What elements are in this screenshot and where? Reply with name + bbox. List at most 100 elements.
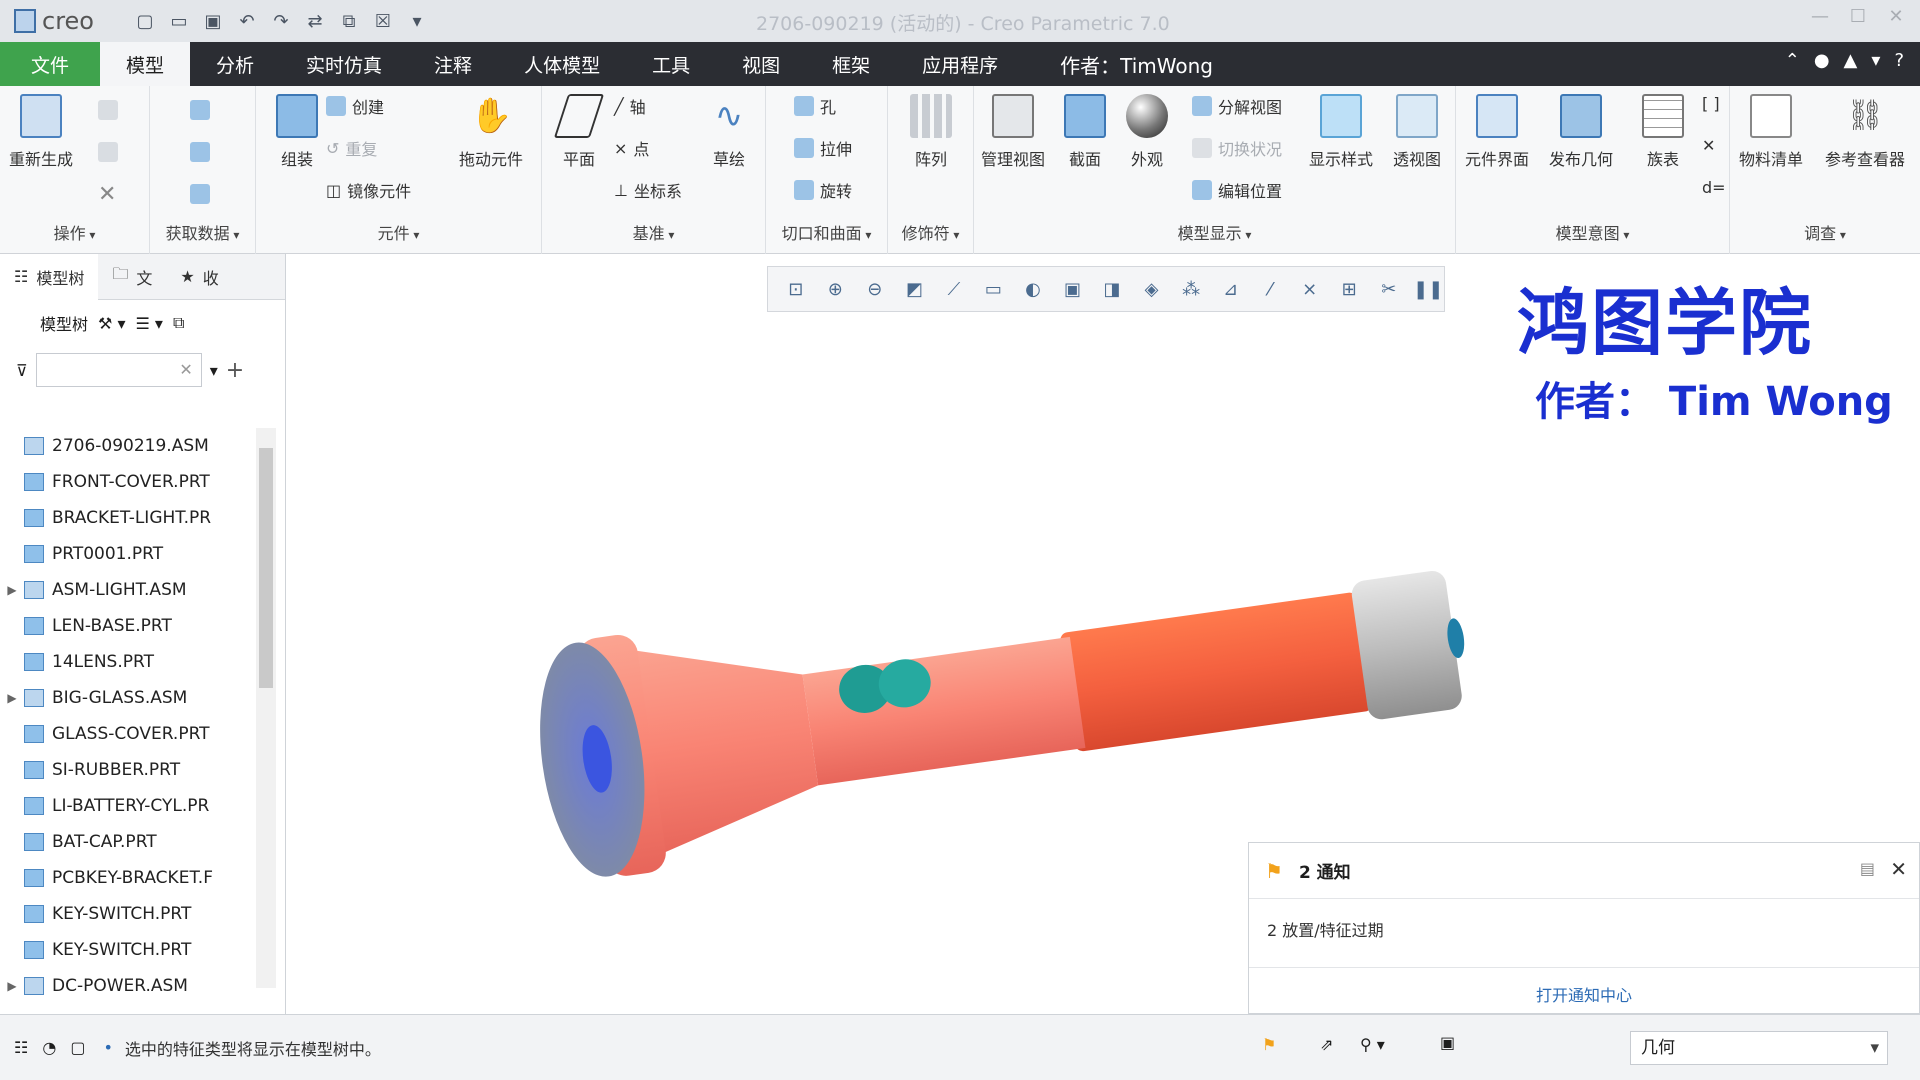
search-icon[interactable]: ●: [1814, 50, 1830, 71]
shrinkwrap-icon[interactable]: [190, 184, 210, 204]
tab-favorites[interactable]: ★ 收: [166, 254, 232, 300]
tree-node[interactable]: ▶ DC-POWER.ASM: [0, 968, 258, 1004]
open-folder-icon[interactable]: ▭: [164, 6, 194, 36]
clear-search-icon[interactable]: ✕: [179, 360, 192, 379]
tab-analysis[interactable]: 分析: [190, 42, 280, 86]
tab-manikin[interactable]: 人体模型: [498, 42, 626, 86]
selection-filter-icon[interactable]: ⇗: [1320, 1035, 1333, 1054]
sketch-button[interactable]: ∿ 草绘: [692, 94, 766, 170]
axis-button[interactable]: ╱ 轴: [614, 94, 646, 118]
tree-node[interactable]: ▶ BIG-GLASS.ASM: [0, 680, 258, 716]
tree-search-input[interactable]: ✕: [35, 353, 202, 387]
tree-node[interactable]: BAT-CAP.PRT: [0, 824, 258, 860]
close-icon[interactable]: ✕: [1882, 6, 1910, 27]
reference-viewer-button[interactable]: ⛓ 参考查看器: [1820, 94, 1910, 170]
notification-flag-icon[interactable]: ⚑: [1262, 1035, 1276, 1054]
tree-scrollbar-thumb[interactable]: [259, 448, 273, 688]
learning-icon[interactable]: ▲: [1844, 50, 1858, 71]
notification-message[interactable]: 2 放置/特征过期: [1249, 899, 1919, 959]
tab-live-simulation[interactable]: 实时仿真: [280, 42, 408, 86]
group-label-component[interactable]: 元件: [256, 220, 541, 244]
tab-model[interactable]: 模型: [100, 42, 191, 86]
group-label-get-data[interactable]: 获取数据: [150, 220, 255, 244]
tab-file[interactable]: 文件: [0, 42, 100, 86]
group-label-investigate[interactable]: 调查: [1730, 220, 1920, 244]
tree-filter-icon[interactable]: ⧉: [173, 313, 184, 333]
notification-details-icon[interactable]: ▤: [1860, 859, 1875, 878]
close-window-icon[interactable]: ☒: [368, 6, 398, 36]
bom-button[interactable]: 物料清单: [1734, 94, 1808, 170]
display-style-button[interactable]: 显示样式: [1304, 94, 1378, 170]
appearance-button[interactable]: 外观: [1110, 94, 1184, 170]
search-options-icon[interactable]: ▾: [210, 361, 218, 380]
help-icon[interactable]: ?: [1894, 50, 1904, 71]
browser-toggle-icon[interactable]: ◔: [42, 1038, 56, 1057]
perspective-button[interactable]: 透视图: [1380, 94, 1454, 170]
expand-arrow-icon[interactable]: ▶: [0, 583, 24, 597]
point-button[interactable]: × 点: [614, 136, 649, 160]
tab-tools[interactable]: 工具: [626, 42, 716, 86]
tree-node[interactable]: LEN-BASE.PRT: [0, 608, 258, 644]
selection-filter-dropdown[interactable]: 几何: [1630, 1031, 1888, 1065]
notification-close-icon[interactable]: ✕: [1890, 857, 1907, 881]
relations-icon[interactable]: d=: [1702, 178, 1726, 197]
collapse-ribbon-icon[interactable]: ⌃: [1785, 50, 1800, 71]
tree-node[interactable]: SI-RUBBER.PRT: [0, 752, 258, 788]
plane-button[interactable]: 平面: [542, 94, 616, 170]
extrude-button[interactable]: 拉伸: [794, 136, 852, 160]
tree-node[interactable]: LI-BATTERY-CYL.PR: [0, 788, 258, 824]
tab-view[interactable]: 视图: [716, 42, 806, 86]
user-defined-feature-icon[interactable]: [190, 100, 210, 120]
switch-dimensions-icon[interactable]: ✕: [1702, 136, 1715, 155]
new-file-icon[interactable]: ▢: [130, 6, 160, 36]
tree-node[interactable]: 14LENS.PRT: [0, 644, 258, 680]
tree-settings-icon[interactable]: ⚒ ▾: [98, 314, 125, 333]
add-filter-icon[interactable]: +: [226, 358, 244, 383]
publish-geometry-button[interactable]: 发布几何: [1544, 94, 1618, 170]
regenerate-icon[interactable]: ⇄: [300, 6, 330, 36]
open-notification-center-link[interactable]: 打开通知中心: [1249, 967, 1919, 1006]
tree-node[interactable]: BRACKET-LIGHT.PR: [0, 500, 258, 536]
tab-framework[interactable]: 框架: [806, 42, 896, 86]
repeat-button[interactable]: ↺ 重复: [326, 136, 377, 160]
group-label-datum[interactable]: 基准: [542, 220, 765, 244]
group-label-cut-surface[interactable]: 切口和曲面: [766, 220, 887, 244]
manage-views-button[interactable]: 管理视图: [976, 94, 1050, 170]
minimize-icon[interactable]: —: [1806, 6, 1834, 27]
expand-arrow-icon[interactable]: ▶: [0, 979, 24, 993]
redo-icon[interactable]: ↷: [266, 6, 296, 36]
toggle-status-button[interactable]: 切换状况: [1192, 136, 1282, 160]
csys-button[interactable]: ⊥ 坐标系: [614, 178, 682, 202]
find-icon[interactable]: ⚲ ▾: [1360, 1035, 1385, 1054]
tree-node[interactable]: FRONT-COVER.PRT: [0, 464, 258, 500]
customize-dropdown-icon[interactable]: ▾: [402, 6, 432, 36]
parameters-icon[interactable]: [ ]: [1702, 94, 1720, 113]
tab-model-tree[interactable]: ☷ 模型树: [0, 253, 99, 300]
windows-icon[interactable]: ⧉: [334, 6, 364, 36]
regenerate-button[interactable]: 重新生成: [4, 94, 78, 170]
exploded-view-button[interactable]: 分解视图: [1192, 94, 1282, 118]
component-interface-button[interactable]: 元件界面: [1460, 94, 1534, 170]
tree-node[interactable]: ▶ ASM-LIGHT.ASM: [0, 572, 258, 608]
tree-node[interactable]: KEY-SWITCH.PRT: [0, 932, 258, 968]
tree-node[interactable]: 2706-090219.ASM: [0, 428, 258, 464]
maximize-icon[interactable]: ☐: [1844, 6, 1872, 27]
group-label-modifier[interactable]: 修饰符: [888, 220, 973, 244]
paste-icon[interactable]: [98, 142, 118, 162]
tab-annotate[interactable]: 注释: [408, 42, 498, 86]
pattern-button[interactable]: 阵列: [894, 94, 968, 170]
delete-icon[interactable]: ✕: [98, 182, 116, 207]
hole-button[interactable]: 孔: [794, 94, 836, 118]
create-button[interactable]: 创建: [326, 94, 384, 118]
filter-icon[interactable]: ⊽: [16, 361, 28, 380]
tree-node[interactable]: KEY-SWITCH.PRT: [0, 896, 258, 932]
undo-icon[interactable]: ↶: [232, 6, 262, 36]
model-tree-menu[interactable]: 模型树: [40, 311, 88, 335]
navigator-toggle-icon[interactable]: ☷: [14, 1038, 28, 1057]
tree-scrollbar[interactable]: [256, 428, 276, 988]
dropdown-icon[interactable]: ▾: [1871, 50, 1880, 71]
group-label-operations[interactable]: 操作: [0, 220, 149, 244]
tree-node[interactable]: GLASS-COVER.PRT: [0, 716, 258, 752]
copy-geometry-icon[interactable]: [190, 142, 210, 162]
edit-position-button[interactable]: 编辑位置: [1192, 178, 1282, 202]
